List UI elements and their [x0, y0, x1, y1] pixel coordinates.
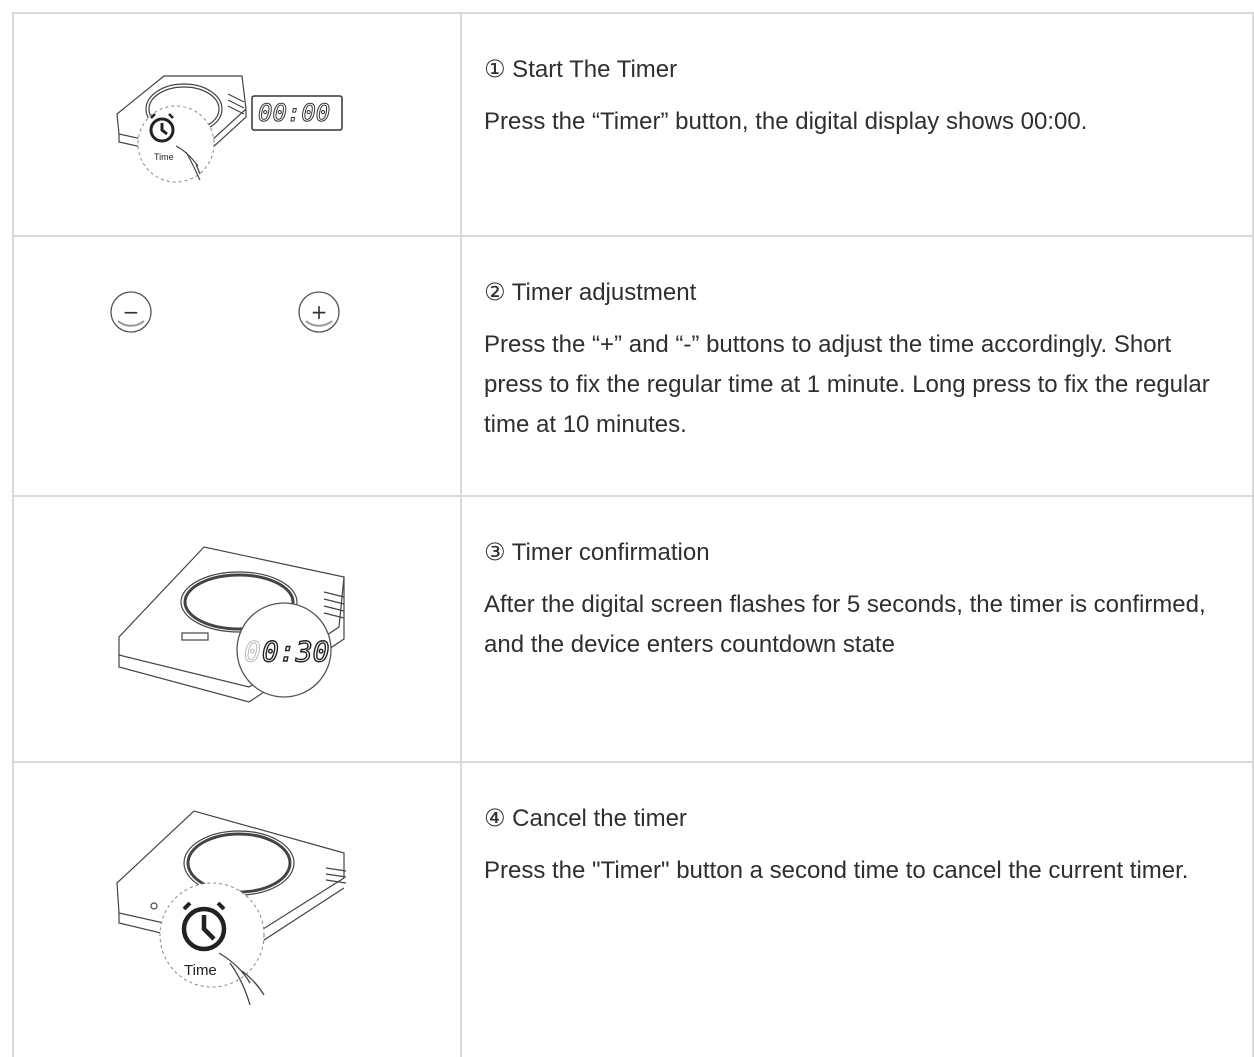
magnifier-circle: [137, 105, 215, 183]
step-1-illustration: Time 00:00: [14, 14, 460, 235]
cooktop-cancel-illustration: Time: [116, 810, 347, 1006]
time-button-label: Time: [154, 152, 174, 162]
minus-button-icon: −: [110, 291, 152, 333]
step-3-illustration: 0 0:30: [14, 497, 460, 761]
step-row-4: Time ④ Cancel the timer Press the "Timer…: [0, 763, 1254, 1057]
step-row-1: Time 00:00 ① Start The Timer Press the “…: [0, 14, 1254, 235]
plus-symbol: +: [311, 300, 328, 324]
time-button-label: Time: [184, 962, 217, 979]
plus-button-icon: +: [298, 291, 340, 333]
step-title: ① Start The Timer: [484, 56, 678, 83]
cooktop-timer-illustration: Time 00:00: [116, 75, 343, 183]
step-description: Press the "Timer" button a second time t…: [484, 857, 1189, 884]
step-3-text: ③ Timer confirmation After the digital s…: [484, 537, 1224, 665]
digital-display-readout: 00:00: [258, 99, 330, 127]
step-title: ④ Cancel the timer: [484, 805, 687, 832]
step-row-3: 0 0:30 ③ Timer confirmation After the di…: [0, 497, 1254, 761]
step-4-text: ④ Cancel the timer Press the "Timer" but…: [484, 803, 1224, 891]
step-description: Press the “Timer” button, the digital di…: [484, 108, 1088, 135]
step-4-illustration: Time: [14, 763, 460, 1057]
step-title: ③ Timer confirmation: [484, 539, 710, 566]
step-1-text: ① Start The Timer Press the “Timer” butt…: [484, 54, 1224, 142]
cooktop-countdown-illustration: 0 0:30: [118, 546, 345, 703]
step-row-2: − + ② Timer adjustment Press the “+” and…: [0, 237, 1254, 495]
step-title: ② Timer adjustment: [484, 279, 697, 306]
step-description: Press the “+” and “-” buttons to adjust …: [484, 331, 1210, 438]
step-description: After the digital screen flashes for 5 s…: [484, 591, 1206, 658]
step-2-text: ② Timer adjustment Press the “+” and “-”…: [484, 277, 1224, 445]
minus-symbol: −: [123, 300, 140, 324]
display-dim-digit: 0: [244, 635, 261, 668]
step-2-illustration: − +: [14, 237, 460, 495]
plus-minus-buttons: − +: [110, 291, 340, 333]
countdown-readout: 0:30: [262, 635, 329, 668]
